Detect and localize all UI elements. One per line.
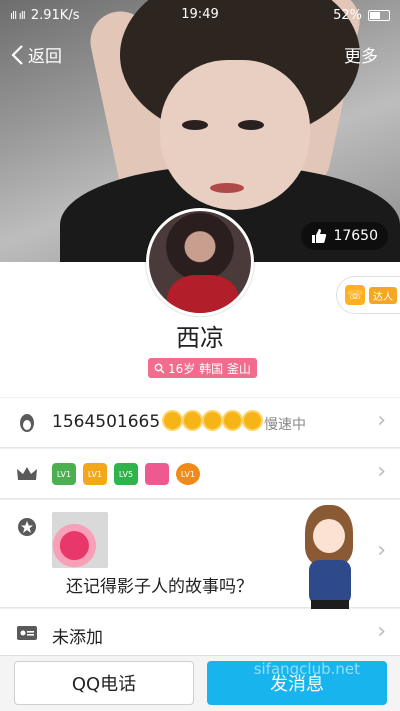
profile-tag-text: 16岁 韩国 釜山 [168, 361, 251, 376]
status-bar: ıll ıll 2.91K/s 19:49 52% [0, 0, 400, 30]
id-info-text: 未添加 [52, 628, 103, 648]
id-info-row[interactable]: 未添加 › [0, 609, 400, 659]
chevron-right-icon: › [377, 459, 386, 484]
watermark: sifangclub.net [253, 660, 360, 678]
chevron-right-icon: › [377, 538, 386, 563]
chevron-right-icon: › [377, 408, 386, 433]
like-button[interactable]: 17650 [301, 222, 388, 250]
sun-icon [184, 412, 201, 429]
id-card-icon [17, 626, 37, 640]
daren-badge[interactable]: ☏ 达人 [336, 276, 400, 314]
daren-label: 达人 [369, 286, 397, 304]
gem-icon: LV1 [52, 463, 76, 485]
gem-icon: LV1 [83, 463, 107, 485]
gem-list: LV1 LV1 LV5 LV1 [52, 463, 200, 485]
profile-name: 西凉 [176, 324, 224, 352]
sun-icon [244, 412, 261, 429]
search-icon [154, 363, 165, 373]
gem-icon: LV5 [114, 463, 138, 485]
qq-number: 1564501665 [52, 412, 161, 432]
star-badge-icon [18, 518, 36, 536]
chevron-left-icon [11, 44, 23, 65]
sun-icon [164, 412, 181, 429]
qq-call-button[interactable]: QQ电话 [14, 661, 194, 705]
story-text: 还记得影子人的故事吗？ [66, 577, 253, 597]
gem-icon: LV1 [176, 463, 200, 485]
battery-icon [368, 9, 390, 21]
sun-icon [204, 412, 221, 429]
back-label: 返回 [28, 47, 62, 67]
avatar[interactable] [146, 208, 254, 316]
phone-icon: ☏ [345, 285, 365, 305]
sun-icon [224, 412, 241, 429]
crown-icon [17, 467, 37, 480]
penguin-icon [20, 414, 34, 432]
story-thumbnail[interactable] [52, 512, 108, 568]
gem-icon [145, 463, 169, 485]
thumbs-up-icon [312, 229, 327, 243]
level-suns [164, 412, 261, 429]
nav-bar: 返回 更多 [0, 38, 400, 72]
qq-number-row[interactable]: 1564501665 慢速中 › [0, 398, 400, 448]
vip-row[interactable]: LV1 LV1 LV5 LV1 › [0, 449, 400, 499]
more-button[interactable]: 更多 [344, 42, 378, 67]
status-time: 19:49 [181, 7, 219, 22]
like-count: 17650 [333, 228, 378, 244]
profile-tag: 16岁 韩国 釜山 [148, 358, 257, 378]
speed-label: 慢速中 [264, 417, 306, 433]
chevron-right-icon: › [377, 619, 386, 644]
back-button[interactable]: 返回 [10, 42, 62, 67]
